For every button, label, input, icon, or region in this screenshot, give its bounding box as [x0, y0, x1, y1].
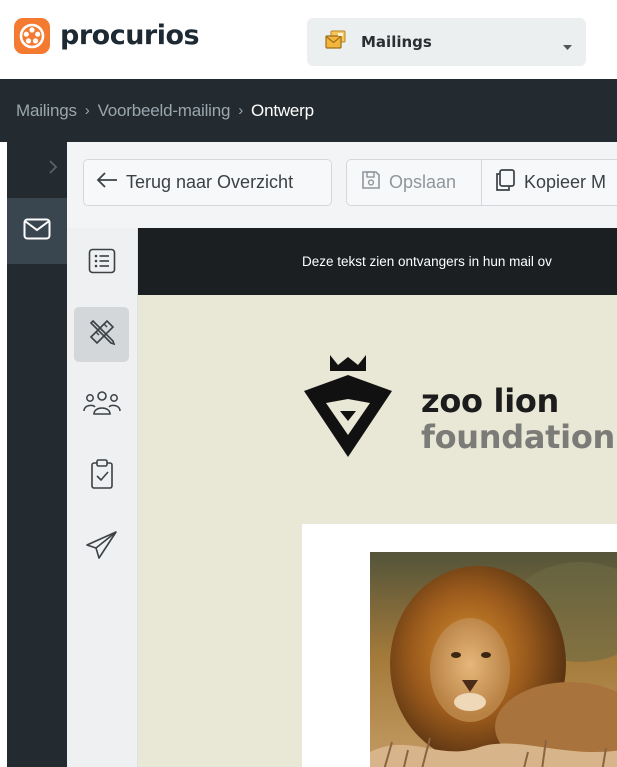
- side-item-recipients[interactable]: [74, 378, 129, 433]
- save-button[interactable]: Opslaan: [346, 159, 482, 206]
- breadcrumb: Mailings › Voorbeeld-mailing › Ontwerp: [0, 79, 617, 142]
- brand-name: procurios: [60, 20, 200, 51]
- breadcrumb-current: Ontwerp: [251, 100, 314, 120]
- mailings-icon: [325, 30, 347, 55]
- arrow-left-icon: [96, 171, 118, 194]
- copy-button-label: Kopieer M: [524, 172, 607, 192]
- editor-side-menu: [67, 228, 138, 767]
- send-icon: [85, 530, 119, 565]
- recipients-icon: [82, 387, 122, 424]
- list-icon: [88, 248, 116, 279]
- back-to-overview-button[interactable]: Terug naar Overzicht: [83, 159, 332, 206]
- breadcrumb-separator: ›: [84, 102, 90, 119]
- side-item-checklist[interactable]: [74, 449, 129, 504]
- breadcrumb-separator: ›: [238, 102, 244, 119]
- breadcrumb-mailings[interactable]: Mailings: [16, 101, 77, 121]
- expand-rail-icon[interactable]: [48, 160, 58, 179]
- window-edge: [0, 142, 7, 767]
- lion-crest-icon: [302, 355, 394, 464]
- side-item-design[interactable]: [74, 307, 129, 362]
- module-selector[interactable]: Mailings: [307, 18, 586, 66]
- brand[interactable]: procurios: [14, 18, 200, 54]
- email-content-block[interactable]: [302, 524, 617, 767]
- save-icon: [361, 170, 381, 195]
- back-button-label: Terug naar Overzicht: [126, 172, 294, 192]
- wordmark-line-2: foundation: [421, 418, 616, 456]
- preheader-text[interactable]: Deze tekst zien ontvangers in hun mail o…: [138, 228, 617, 295]
- breadcrumb-mailing[interactable]: Voorbeeld-mailing: [98, 101, 231, 121]
- procurios-logo-icon: [14, 18, 50, 54]
- caret-down-icon: [563, 38, 572, 56]
- side-item-content-list[interactable]: [74, 236, 129, 291]
- lion-photo[interactable]: [370, 552, 617, 767]
- side-item-send[interactable]: [74, 520, 129, 575]
- clipboard-check-icon: [90, 458, 114, 495]
- editor-toolbar: Terug naar Overzicht Opslaan Kopieer M: [67, 142, 617, 228]
- rail-item-mailings[interactable]: [7, 198, 67, 264]
- copy-button[interactable]: Kopieer M: [481, 159, 617, 206]
- envelope-icon: [23, 218, 51, 245]
- save-button-label: Opslaan: [389, 172, 457, 192]
- app-header: procurios Mailings: [0, 0, 617, 79]
- email-canvas: Deze tekst zien ontvangers in hun mail o…: [138, 228, 617, 767]
- zoo-lion-wordmark: zoo lion foundation: [421, 385, 615, 453]
- module-selector-label: Mailings: [361, 33, 432, 51]
- copy-icon: [494, 168, 516, 197]
- wordmark-line-1: zoo lion: [421, 382, 560, 420]
- design-tools-icon: [87, 317, 117, 352]
